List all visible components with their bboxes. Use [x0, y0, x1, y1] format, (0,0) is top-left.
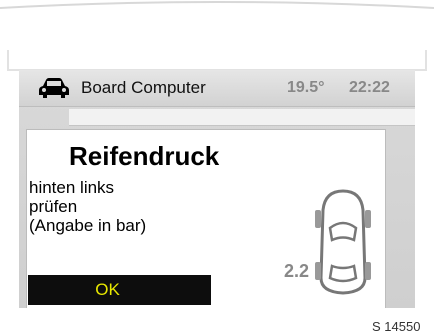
- warning-title: Reifendruck: [69, 141, 220, 171]
- rear-left-pressure-value: 2.2: [284, 261, 310, 281]
- menu-subbar: [69, 109, 415, 126]
- ok-button-label: OK: [95, 280, 120, 299]
- car-top-view-icon: [315, 189, 371, 295]
- car-front-icon: [39, 78, 69, 98]
- warning-message-line-1: hinten links: [29, 178, 115, 197]
- ok-button[interactable]: OK: [28, 275, 211, 305]
- display-screen: Board Computer 19.5° 22:22 Reifendruck h…: [19, 70, 415, 308]
- status-header: Board Computer 19.5° 22:22: [19, 70, 415, 107]
- display-bezel: [0, 1, 434, 71]
- header-title: Board Computer: [81, 78, 206, 97]
- warning-message-line-3: (Angabe in bar): [29, 216, 147, 235]
- warning-message-line-2: prüfen: [29, 197, 78, 216]
- outside-temperature: 19.5°: [287, 79, 325, 96]
- figure-label: S 14550: [372, 319, 421, 334]
- tire-pressure-warning-panel: Reifendruck hinten links prüfen (Angabe …: [26, 129, 386, 308]
- clock-time: 22:22: [349, 79, 390, 96]
